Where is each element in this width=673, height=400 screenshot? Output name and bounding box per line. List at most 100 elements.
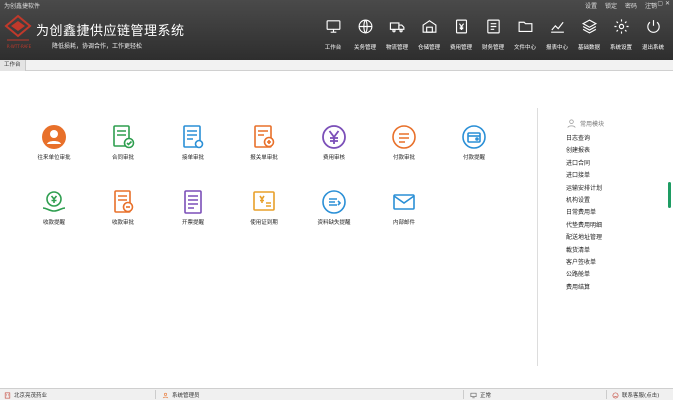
missing-doc-icon [322,190,346,214]
settings-link[interactable]: 设置 [585,1,597,10]
nav-label: 费用管理 [449,45,472,51]
side-item-daily-expense[interactable]: 日常费用单 [566,207,602,219]
common-modules-heading: 常用模块 [566,118,604,129]
module-internal-mail[interactable]: 内部邮件 [380,188,428,226]
module-label: 内部邮件 [392,220,415,226]
lock-link[interactable]: 锁定 [605,1,617,10]
slogan: 降低损耗，协调合作，工作更轻松 [52,43,143,50]
module-label: 付款审批 [392,155,415,161]
truck-icon [389,22,404,33]
module-receipt-reminder[interactable]: 收款提醒 [30,188,78,226]
nav-expense[interactable]: 费用管理 [445,18,477,51]
top-menu: 设置 锁定 密码 注销 [585,1,657,10]
contact-support-link[interactable]: 联系客服(点击) [612,391,659,399]
side-item-road-manifest[interactable]: 公路舱单 [566,269,602,281]
gear-icon [613,19,629,34]
chart-icon [550,21,564,33]
module-label: 收款提醒 [42,220,65,226]
warehouse-icon [422,20,436,33]
nav-label: 系统设置 [609,45,632,51]
nav-label: 工作台 [324,45,342,51]
side-item-delivery-address[interactable]: 配送地址管理 [566,232,602,244]
module-payment-approval[interactable]: 付款审批 [380,123,428,161]
receipt-icon [114,190,134,213]
nav-customs[interactable]: 关务管理 [349,18,381,51]
building-icon [4,392,11,398]
nav-finance[interactable]: 财务管理 [477,18,509,51]
contract-icon [113,125,135,149]
module-expense-review[interactable]: 费用审核 [310,123,358,161]
module-label: 报关单审批 [250,155,278,161]
status-divider [155,390,156,399]
module-customs-approval[interactable]: 报关单审批 [240,123,288,161]
common-modules-list: 日志查询 创建报表 进口合同 进口接单 运输安排计划 机构设置 日常费用单 代垫… [566,133,602,294]
yen-doc-icon [455,19,467,34]
module-label: 费用审核 [322,155,345,161]
side-item-customer-receipt[interactable]: 客户签收单 [566,257,602,269]
mail-icon [393,194,415,210]
nav-basic-data[interactable]: 基础数据 [573,18,605,51]
nav-workbench[interactable]: 工作台 [317,18,349,51]
nav-warehouse[interactable]: 仓储管理 [413,18,445,51]
status-user: 系统管理员 [162,391,200,399]
side-item-create-report[interactable]: 创建报表 [566,145,602,157]
nav-settings[interactable]: 系统设置 [605,18,637,51]
window-controls[interactable]: — ▢ ✕ [649,0,670,7]
module-invoice-reminder[interactable]: 开票提醒 [169,188,217,226]
main-nav: 工作台 关务管理 物流管理 仓储管理 费用管理 财务管理 文件中心 报表中心 基… [317,18,669,51]
finance-icon [486,19,500,34]
nav-reports[interactable]: 报表中心 [541,18,573,51]
person-approve-icon [42,125,66,149]
nav-exit[interactable]: 退出系统 [637,18,669,51]
logo [4,14,32,41]
module-label: 接单审批 [181,155,204,161]
customs-doc-icon [254,125,275,148]
user-icon [567,119,576,128]
module-missing-docs[interactable]: 资料缺失提醒 [310,188,358,226]
nav-files[interactable]: 文件中心 [509,18,541,51]
status-state: 正常 [470,391,491,399]
nav-logistics[interactable]: 物流管理 [381,18,413,51]
module-receipt-approval[interactable]: 收款审批 [99,188,147,226]
module-order-approval[interactable]: 接单审批 [169,123,217,161]
password-link[interactable]: 密码 [625,1,637,10]
side-item-log-query[interactable]: 日志查询 [566,133,602,145]
side-item-import-order[interactable]: 进口接单 [566,170,602,182]
common-modules-panel: 常用模块 日志查询 创建报表 进口合同 进口接单 运输安排计划 机构设置 日常费… [537,108,665,366]
module-label: 合同审批 [111,155,134,161]
system-title: 为创鑫捷供应链管理系统 [36,24,185,39]
window-title: 为创鑫捷软件 [4,3,41,10]
side-item-import-contract[interactable]: 进口合同 [566,158,602,170]
company-name: 北京亮茂药业 [14,393,48,399]
tab-workbench[interactable]: 工作台 [0,60,26,71]
invoice-icon [184,190,202,214]
receive-money-icon [42,191,66,212]
module-license-expiry[interactable]: 使用证到期 [240,188,288,226]
module-label: 开票提醒 [181,220,204,226]
module-label: 使用证到期 [250,220,278,226]
module-payment-reminder[interactable]: 付款提醒 [450,123,498,161]
nav-label: 仓储管理 [417,45,440,51]
nav-label: 财务管理 [481,45,504,51]
module-contract-approval[interactable]: 合同审批 [99,123,147,161]
order-doc-icon [183,125,204,149]
nav-label: 物流管理 [385,45,408,51]
side-item-transport-plan[interactable]: 运输安排计划 [566,183,602,195]
tab-bar: 工作台 [0,60,673,71]
nav-label: 文件中心 [513,45,536,51]
side-item-cargo-list[interactable]: 載货清单 [566,245,602,257]
pay-list-icon [392,125,416,149]
nav-label: 基础数据 [577,45,600,51]
logo-text: R·WTT·RAFE [6,44,32,49]
layers-icon [581,19,597,34]
nav-label: 报表中心 [545,45,568,51]
wallet-icon [462,125,486,149]
side-item-advance-expense[interactable]: 代垫费用明细 [566,220,602,232]
module-label: 付款提醒 [462,155,485,161]
heading-label: 常用模块 [580,121,605,128]
side-item-org-settings[interactable]: 机构设置 [566,195,602,207]
scrollbar-thumb[interactable] [668,182,671,208]
nav-label: 退出系统 [641,45,664,51]
module-partner-approval[interactable]: 往来单位审批 [30,123,78,161]
side-item-expense-settlement[interactable]: 费用结算 [566,282,602,294]
